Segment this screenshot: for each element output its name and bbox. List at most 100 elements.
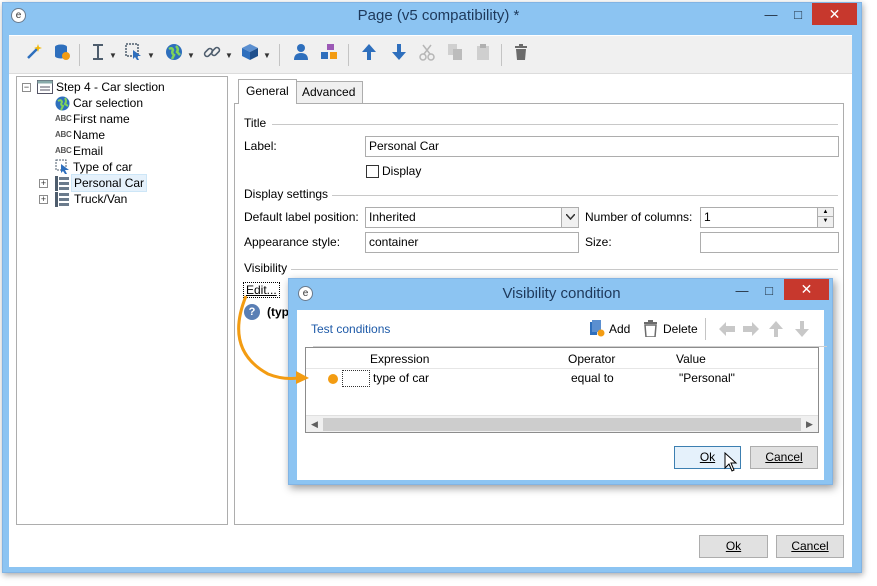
- expression-cell[interactable]: type of car: [373, 371, 429, 385]
- dialog-close-button[interactable]: ✕: [784, 279, 829, 300]
- cancel-button[interactable]: Cancel: [776, 535, 844, 558]
- toolbar-separator: [348, 44, 349, 66]
- globe-icon[interactable]: [163, 43, 185, 67]
- move-down-icon[interactable]: [389, 43, 409, 67]
- delete-icon[interactable]: [511, 43, 531, 67]
- column-header-expression[interactable]: Expression: [370, 352, 429, 366]
- dialog-minimize-button[interactable]: —: [730, 281, 754, 301]
- default-label-position-select[interactable]: Inherited: [365, 207, 579, 228]
- page-tree: − Step 4 - Car slection Car selection AB…: [16, 76, 228, 525]
- scroll-thumb[interactable]: [323, 418, 801, 431]
- tree-item-label: Car selection: [73, 96, 144, 110]
- maximize-button[interactable]: □: [785, 5, 811, 25]
- components-icon[interactable]: [318, 43, 340, 67]
- abc-icon: ABC: [55, 114, 72, 123]
- value-cell[interactable]: "Personal": [679, 371, 735, 385]
- tree-item-label: Name: [73, 128, 106, 142]
- chevron-down-icon[interactable]: ▼: [263, 51, 271, 60]
- visibility-heading: Visibility: [244, 261, 288, 275]
- database-refresh-icon[interactable]: [51, 43, 73, 67]
- chevron-down-icon[interactable]: [561, 208, 578, 227]
- paste-icon: [473, 43, 493, 67]
- arrow-right-icon: [743, 322, 759, 336]
- annotation-arrow: [237, 295, 309, 384]
- close-button[interactable]: ✕: [812, 3, 857, 25]
- arrow-left-icon: [719, 322, 735, 336]
- horizontal-scrollbar[interactable]: ◀ ▶: [306, 415, 818, 432]
- insert-field-icon[interactable]: [89, 43, 107, 67]
- appearance-style-label: Appearance style:: [244, 235, 341, 249]
- abc-icon: ABC: [55, 130, 72, 139]
- group-divider: [291, 269, 838, 270]
- toolbar-separator: [79, 44, 80, 66]
- column-header-value[interactable]: Value: [676, 352, 706, 366]
- delete-label: Delete: [663, 322, 698, 336]
- tab-general[interactable]: General: [238, 79, 297, 104]
- number-of-columns-stepper[interactable]: 1 ▲ ▼: [700, 207, 834, 228]
- copy-icon: [445, 43, 465, 67]
- toolbar-separator: [279, 44, 280, 66]
- stepper-up-icon[interactable]: ▲: [818, 208, 833, 217]
- tree-item-label: Personal Car: [70, 174, 148, 192]
- display-checkbox[interactable]: [366, 165, 379, 178]
- cut-icon: [417, 43, 437, 67]
- expand-toggle[interactable]: +: [39, 179, 48, 188]
- wand-icon[interactable]: [23, 43, 45, 67]
- scroll-left-icon[interactable]: ◀: [306, 416, 323, 433]
- conditions-grid: Expression Operator Value type of car eq…: [305, 347, 819, 433]
- chevron-down-icon[interactable]: ▼: [187, 51, 195, 60]
- stepper-buttons[interactable]: ▲ ▼: [817, 208, 833, 227]
- default-label-position-label: Default label position:: [244, 210, 359, 224]
- label-input[interactable]: Personal Car: [365, 136, 839, 157]
- appearance-style-input[interactable]: container: [365, 232, 579, 253]
- box-icon[interactable]: [239, 43, 261, 67]
- number-of-columns-value: 1: [704, 210, 711, 224]
- move-up-icon[interactable]: [359, 43, 379, 67]
- arrow-up-icon: [769, 321, 783, 337]
- tree-item-label: Type of car: [73, 160, 133, 174]
- display-settings-heading: Display settings: [244, 187, 329, 201]
- size-label: Size:: [585, 235, 612, 249]
- chevron-down-icon[interactable]: ▼: [109, 51, 117, 60]
- ok-button[interactable]: Ok: [699, 535, 768, 558]
- tree-item-label: First name: [73, 112, 130, 126]
- stepper-down-icon[interactable]: ▼: [818, 217, 833, 226]
- number-of-columns-label: Number of columns:: [585, 210, 693, 224]
- tab-advanced[interactable]: Advanced: [294, 81, 364, 103]
- link-icon[interactable]: [201, 43, 223, 67]
- table-row[interactable]: type of car equal to "Personal": [306, 369, 818, 389]
- minimize-button[interactable]: —: [758, 5, 784, 25]
- add-label: Add: [609, 322, 631, 336]
- add-icon: [590, 320, 605, 337]
- arrow-down-icon: [795, 321, 809, 337]
- size-input[interactable]: [700, 232, 839, 253]
- chevron-down-icon[interactable]: ▼: [147, 51, 155, 60]
- window-title: Page (v5 compatibility) *: [357, 7, 520, 24]
- mouse-cursor-icon: [724, 452, 738, 472]
- tree-root-label: Step 4 - Car slection: [56, 80, 165, 94]
- collapse-toggle[interactable]: −: [22, 83, 31, 92]
- toolbar: ▼ ▼ ▼ ▼ ▼: [9, 36, 852, 74]
- dialog-cancel-button[interactable]: Cancel: [750, 446, 818, 469]
- expand-toggle[interactable]: +: [39, 195, 48, 204]
- person-icon[interactable]: [291, 43, 311, 67]
- scroll-right-icon[interactable]: ▶: [801, 416, 818, 433]
- test-conditions-link[interactable]: Test conditions: [311, 322, 390, 336]
- dialog-maximize-button[interactable]: □: [757, 281, 781, 301]
- title-group-heading: Title: [244, 116, 267, 130]
- group-divider: [332, 195, 838, 196]
- tree-item-label: Email: [73, 144, 104, 158]
- toolbar-separator: [705, 318, 706, 340]
- status-dot-icon: [328, 374, 338, 384]
- default-label-position-value: Inherited: [369, 210, 416, 224]
- visibility-dialog: e Visibility condition — □ ✕ Test condit…: [288, 278, 833, 485]
- row-focus-cell[interactable]: [342, 370, 370, 387]
- column-header-operator[interactable]: Operator: [568, 352, 615, 366]
- chevron-down-icon[interactable]: ▼: [225, 51, 233, 60]
- abc-icon: ABC: [55, 146, 72, 155]
- trash-icon: [644, 320, 657, 337]
- operator-cell[interactable]: equal to: [571, 371, 614, 385]
- insert-control-icon[interactable]: [123, 43, 145, 67]
- display-label: Display: [382, 164, 422, 178]
- label-label: Label:: [244, 139, 277, 153]
